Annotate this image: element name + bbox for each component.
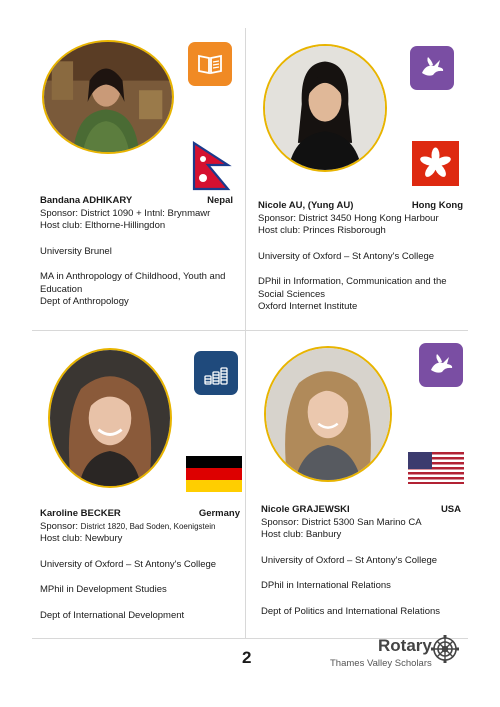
sponsor-value: District 1820, Bad Soden, Koenigstein	[80, 521, 216, 531]
host-value: Elthorne-Hillingdon	[84, 220, 166, 231]
scholar-info: Bandana ADHIKARY Nepal Sponsor: District…	[40, 195, 233, 309]
horizontal-divider	[32, 330, 468, 331]
page: Bandana ADHIKARY Nepal Sponsor: District…	[0, 0, 500, 707]
scholar-photo	[263, 44, 387, 172]
scholar-country: USA	[440, 504, 461, 515]
scholar-name: Nicole GRAJEWSKI	[261, 504, 350, 515]
sponsor-label: Sponsor:	[40, 207, 79, 219]
scholar-name: Karoline BECKER	[40, 508, 121, 519]
degree: DPhil in Information, Communication and …	[258, 276, 447, 300]
dove-icon	[419, 343, 463, 387]
university: University of Oxford – St Antony's Colle…	[258, 250, 435, 262]
book-icon	[188, 42, 232, 86]
university: University of Oxford – St Antony's Colle…	[40, 558, 217, 570]
degree: DPhil in International Relations	[261, 580, 391, 591]
host-value: Newbury	[84, 533, 123, 544]
hong-kong-flag	[412, 141, 459, 186]
sponsor-label: Sponsor:	[258, 212, 297, 224]
vertical-divider	[245, 28, 246, 638]
host-label: Host club:	[261, 529, 304, 540]
scholar-info: Karoline BECKER Germany Sponsor: Distric…	[40, 508, 240, 622]
department: Oxford Internet Institute	[258, 301, 358, 312]
scholar-photo	[42, 40, 174, 154]
host-label: Host club:	[40, 533, 83, 544]
department: Dept of International Development	[40, 609, 185, 621]
department: Dept of Anthropology	[40, 296, 129, 307]
university: University of Oxford – St Antony's Colle…	[261, 554, 438, 566]
rotary-wheel-icon	[431, 635, 459, 663]
host-value: Banbury	[305, 529, 342, 540]
scholar-photo	[48, 348, 172, 488]
scholar-country: Germany	[198, 508, 240, 519]
sponsor-label: Sponsor:	[261, 516, 300, 528]
scholar-info: Nicole AU, (Yung AU) Hong Kong Sponsor: …	[258, 200, 463, 314]
usa-flag	[408, 452, 464, 484]
sponsor-value: District 3450 Hong Kong Harbour	[298, 212, 439, 224]
rotary-subtitle: Thames Valley Scholars	[330, 658, 432, 669]
host-label: Host club:	[40, 220, 83, 231]
rotary-brand: Rotary	[378, 636, 432, 655]
host-value: Princes Risborough	[302, 225, 386, 236]
coins-icon	[194, 351, 238, 395]
department: Dept of Politics and International Relat…	[261, 605, 441, 617]
nepal-flag	[192, 141, 232, 191]
sponsor-value: District 1090 + Intnl: Brynmawr	[80, 207, 211, 219]
rotary-logo: Rotary Thames Valley Scholars	[326, 635, 466, 676]
scholar-name: Nicole AU, (Yung AU)	[258, 200, 354, 211]
germany-flag	[186, 456, 242, 492]
scholar-country: Nepal	[207, 195, 233, 206]
host-label: Host club:	[258, 225, 301, 236]
scholar-name: Bandana ADHIKARY	[40, 195, 133, 206]
university: University Brunel	[40, 245, 112, 257]
sponsor-label: Sponsor:	[40, 520, 79, 532]
scholar-photo	[264, 346, 392, 482]
page-number: 2	[242, 648, 252, 667]
sponsor-value: District 5300 San Marino CA	[301, 516, 422, 528]
degree: MA in Anthropology of Childhood, Youth a…	[40, 271, 226, 295]
dove-icon	[410, 46, 454, 90]
scholar-info: Nicole GRAJEWSKI USA Sponsor: District 5…	[261, 504, 461, 618]
scholar-country: Hong Kong	[411, 200, 463, 211]
degree: MPhil in Development Studies	[40, 584, 167, 595]
